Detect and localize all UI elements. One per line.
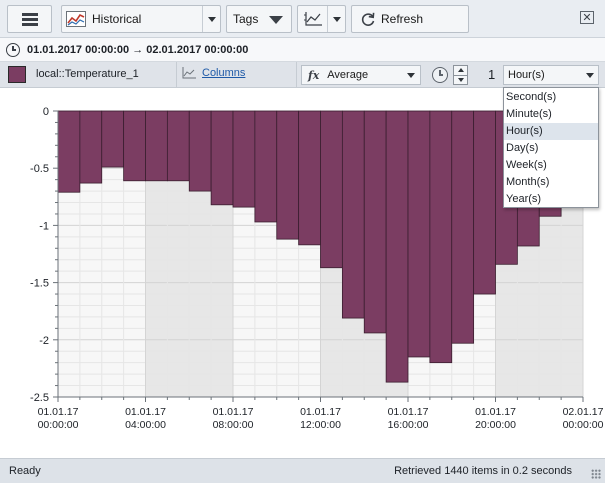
columns-link[interactable]: Columns <box>182 67 245 79</box>
x-tick-label-time: 12:00:00 <box>300 419 341 431</box>
bar <box>57 110 81 193</box>
y-tick-label: 0 <box>43 106 49 118</box>
bar <box>79 110 103 184</box>
hamburger-icon <box>21 12 38 26</box>
status-text: Ready <box>9 465 41 477</box>
interval-value[interactable]: 1 <box>488 67 495 82</box>
bar <box>429 110 453 364</box>
x-tick-label-date: 01.01.17 <box>300 406 341 418</box>
refresh-icon <box>361 12 375 26</box>
axis-icon <box>304 12 322 26</box>
interval-spinner[interactable] <box>453 65 468 85</box>
time-range-text[interactable]: 01.01.2017 00:00:00 → 02.01.2017 00:00:0… <box>27 44 248 56</box>
bar <box>341 110 365 319</box>
divider <box>176 62 177 88</box>
interval-clock-icon <box>432 67 448 83</box>
bar <box>473 110 496 295</box>
bar <box>166 110 190 182</box>
spin-up-icon[interactable] <box>454 66 467 75</box>
y-tick-label: -2.5 <box>30 392 49 404</box>
bar <box>320 110 343 269</box>
time-range-bar: 01.01.2017 00:00:00 → 02.01.2017 00:00:0… <box>0 38 605 62</box>
retrieval-summary: Retrieved 1440 items in 0.2 seconds <box>394 465 572 477</box>
bar <box>210 110 234 206</box>
bar <box>145 110 168 182</box>
x-tick-label-date: 01.01.17 <box>475 406 516 418</box>
y-tick-label: -1 <box>39 220 49 232</box>
x-tick-label-date: 01.01.17 <box>125 406 166 418</box>
y-tick-label: -2 <box>39 335 49 347</box>
bar <box>123 110 146 182</box>
spin-down-icon[interactable] <box>454 74 467 85</box>
resize-grip-icon[interactable] <box>591 469 601 479</box>
x-tick-label-time: 00:00:00 <box>563 419 604 431</box>
dropdown-option-years[interactable]: Year(s) <box>504 191 598 208</box>
x-tick-label-time: 04:00:00 <box>125 419 166 431</box>
interval-unit-label: Hour(s) <box>508 69 545 81</box>
bar <box>407 110 431 358</box>
series-bar: local::Temperature_1 Columns fx Average … <box>0 62 605 88</box>
refresh-button[interactable]: Refresh <box>351 5 469 33</box>
bar <box>276 110 300 240</box>
x-tick-label-time: 00:00:00 <box>38 419 79 431</box>
bar <box>188 110 212 192</box>
x-tick-label-date: 02.01.17 <box>563 406 604 418</box>
triangle-down-icon <box>269 16 283 24</box>
bar <box>232 110 256 208</box>
trend-chart-icon <box>66 11 86 27</box>
aggregate-label: Average <box>327 69 369 81</box>
x-tick-label-time: 16:00:00 <box>388 419 429 431</box>
dropdown-option-days[interactable]: Day(s) <box>504 140 598 157</box>
bar <box>101 110 125 168</box>
dropdown-option-seconds[interactable]: Second(s) <box>504 89 598 106</box>
series-color-swatch[interactable] <box>8 66 26 83</box>
menu-button[interactable] <box>7 5 52 33</box>
x-tick-label-time: 08:00:00 <box>213 419 254 431</box>
interval-unit-select[interactable]: Hour(s) <box>503 65 599 85</box>
interval-unit-dropdown: Second(s) Minute(s) Hour(s) Day(s) Week(… <box>503 87 599 208</box>
bar <box>451 110 475 344</box>
x-tick-label-date: 01.01.17 <box>388 406 429 418</box>
toolbar: Historical Tags Refresh ✕ <box>0 0 605 38</box>
chevron-down-icon[interactable] <box>327 6 345 32</box>
aggregate-select[interactable]: fx Average <box>301 65 421 85</box>
x-tick-label-date: 01.01.17 <box>38 406 79 418</box>
axis-options-select[interactable] <box>297 5 346 33</box>
dropdown-option-minutes[interactable]: Minute(s) <box>504 106 598 123</box>
status-bar: Ready Retrieved 1440 items in 0.2 second… <box>0 458 605 483</box>
clock-icon <box>6 42 20 57</box>
source-label: Historical <box>92 12 142 26</box>
function-icon: fx <box>308 68 320 82</box>
chevron-down-icon[interactable] <box>582 66 598 84</box>
y-tick-label: -0.5 <box>30 163 49 175</box>
tags-button[interactable]: Tags <box>226 5 292 33</box>
y-tick-label: -1.5 <box>30 278 49 290</box>
bar <box>385 110 409 383</box>
refresh-label: Refresh <box>381 12 424 26</box>
bar <box>298 110 321 246</box>
source-select[interactable]: Historical <box>61 5 221 33</box>
divider <box>296 62 297 88</box>
x-tick-label-time: 20:00:00 <box>475 419 516 431</box>
columns-label: Columns <box>202 67 246 79</box>
dropdown-option-hours[interactable]: Hour(s) <box>504 123 598 140</box>
dropdown-option-months[interactable]: Month(s) <box>504 174 598 191</box>
bar <box>363 110 387 334</box>
columns-chart-icon <box>182 67 196 79</box>
dropdown-option-weeks[interactable]: Week(s) <box>504 157 598 174</box>
tags-label: Tags <box>233 12 259 26</box>
chevron-down-icon[interactable] <box>402 66 420 84</box>
chevron-down-icon[interactable] <box>202 6 220 32</box>
tag-name: local::Temperature_1 <box>36 68 139 80</box>
bar <box>254 110 278 223</box>
x-tick-label-date: 01.01.17 <box>213 406 254 418</box>
close-icon[interactable]: ✕ <box>580 11 594 24</box>
